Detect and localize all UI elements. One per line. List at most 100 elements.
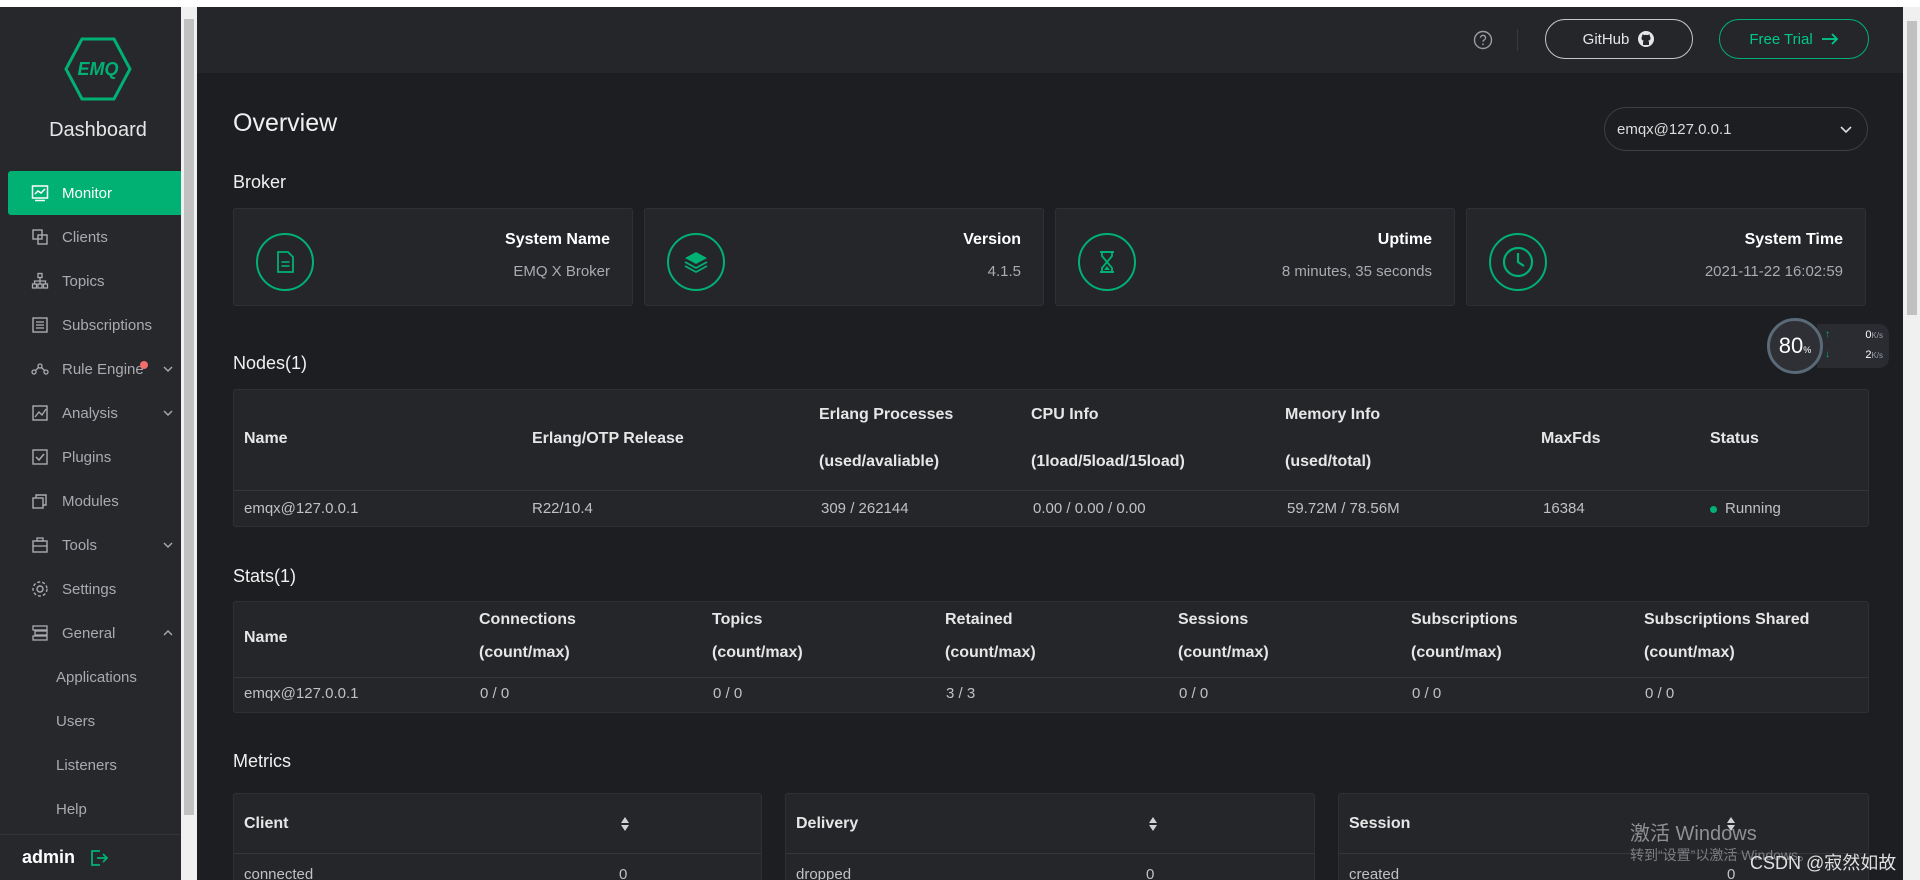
col-header-erlang-processes-sub: (used/avaliable) <box>819 453 940 470</box>
cell-memory-info: 59.72M / 78.56M <box>1287 500 1400 517</box>
sidebar-item-label: Topics <box>62 272 105 290</box>
sidebar-item-rule-engine[interactable]: Rule Engine <box>0 347 181 391</box>
arrow-right-icon <box>1821 33 1838 45</box>
sidebar-item-topics[interactable]: Topics <box>0 259 181 303</box>
metrics-card-delivery: Delivery dropped 0 <box>785 793 1315 880</box>
topics-icon <box>30 271 50 291</box>
status-badge: Running <box>1710 500 1781 517</box>
sidebar-item-monitor[interactable]: Monitor <box>8 171 181 215</box>
broker-card-system-time: System Time 2021-11-22 16:02:59 <box>1466 208 1866 306</box>
sidebar-item-subscriptions[interactable]: Subscriptions <box>0 303 181 347</box>
table-row: emqx@127.0.0.1 0 / 0 0 / 0 3 / 3 0 / 0 0… <box>234 678 1868 712</box>
card-label: Uptime <box>1377 231 1432 248</box>
github-button[interactable]: GitHub <box>1545 19 1693 59</box>
sidebar-item-clients[interactable]: Clients <box>0 215 181 259</box>
sidebar-item-tools[interactable]: Tools <box>0 523 181 567</box>
sidebar-subitem-users[interactable]: Users <box>0 699 181 743</box>
metrics-card-client: Client connected 0 <box>233 793 762 880</box>
logo-text: EMQ <box>77 59 118 79</box>
cell-maxfds: 16384 <box>1543 500 1585 517</box>
card-value: EMQ X Broker <box>513 263 610 280</box>
scrollbar-thumb[interactable] <box>1907 21 1917 315</box>
sidebar-nav: Monitor Clients Topics Subscriptions Rul… <box>0 171 181 831</box>
emq-logo: EMQ <box>64 37 132 101</box>
cell-subscriptions-shared: 0 / 0 <box>1645 685 1675 702</box>
sidebar-item-general[interactable]: General <box>0 611 181 655</box>
sidebar-subitem-listeners[interactable]: Listeners <box>0 743 181 787</box>
general-icon <box>30 623 50 643</box>
sidebar-subitem-help[interactable]: Help <box>0 787 181 831</box>
metric-value: 0 <box>619 866 628 880</box>
activation-watermark-title: 激活 Windows <box>1630 823 1757 845</box>
modules-icon <box>30 491 50 511</box>
usage-gauge: 80% <box>1767 318 1823 374</box>
col-header-topics-sub: (count/max) <box>712 644 803 661</box>
rule-engine-icon <box>30 359 50 379</box>
scrollbar-thumb[interactable] <box>184 19 194 815</box>
plugins-icon <box>30 447 50 467</box>
cell-connections: 0 / 0 <box>480 685 510 702</box>
sidebar-item-modules[interactable]: Modules <box>0 479 181 523</box>
logout-icon[interactable] <box>89 848 109 868</box>
user-panel: admin <box>0 834 181 880</box>
subscriptions-icon <box>30 315 50 335</box>
sidebar-item-label: Subscriptions <box>62 316 153 334</box>
metrics-card-header: Client <box>234 794 761 854</box>
node-select[interactable]: emqx@127.0.0.1 <box>1604 107 1868 151</box>
col-header-name: Name <box>244 430 288 447</box>
broker-section-title: Broker <box>233 172 287 192</box>
sort-icon[interactable] <box>1148 816 1158 832</box>
page-scrollbar[interactable] <box>1903 7 1920 880</box>
cell-subscriptions: 0 / 0 <box>1412 685 1442 702</box>
stats-table-header: Name Connections (count/max) Topics (cou… <box>234 602 1868 678</box>
sidebar-item-label: Rule Engine <box>62 360 144 378</box>
rate-unit: K/s <box>1871 331 1883 340</box>
card-label: System Time <box>1744 231 1843 248</box>
cell-sessions: 0 / 0 <box>1179 685 1209 702</box>
sidebar-item-analysis[interactable]: Analysis <box>0 391 181 435</box>
col-header-cpu-info: CPU Info <box>1031 406 1099 423</box>
stats-table: Name Connections (count/max) Topics (cou… <box>233 601 1869 713</box>
card-label: Version <box>963 231 1021 248</box>
col-header-name: Name <box>244 629 288 646</box>
free-trial-label: Free Trial <box>1749 30 1813 48</box>
cell-cpu-info: 0.00 / 0.00 / 0.00 <box>1033 500 1146 517</box>
dashboard-title: Dashboard <box>49 119 147 141</box>
stats-section-title: Stats(1) <box>233 566 297 586</box>
free-trial-button[interactable]: Free Trial <box>1719 19 1869 59</box>
chevron-down-icon <box>163 542 173 548</box>
main-content: GitHub Free Trial Overview emqx@127.0.0.… <box>197 7 1903 880</box>
nodes-section-title: Nodes(1) <box>233 353 308 373</box>
document-icon <box>256 233 314 291</box>
sidebar-item-label: Clients <box>62 228 108 246</box>
top-bar: GitHub Free Trial <box>197 7 1903 73</box>
upload-arrow-icon: ↑ <box>1825 329 1830 340</box>
sidebar-item-label: Modules <box>62 492 119 510</box>
table-row: emqx@127.0.0.1 R22/10.4 309 / 262144 0.0… <box>234 491 1868 527</box>
node-select-value: emqx@127.0.0.1 <box>1617 120 1732 138</box>
metrics-section-title: Metrics <box>233 751 291 771</box>
sidebar-item-plugins[interactable]: Plugins <box>0 435 181 479</box>
col-header-erlang-otp: Erlang/OTP Release <box>532 430 684 447</box>
cell-retained: 3 / 3 <box>946 685 976 702</box>
sidebar-item-label: Tools <box>62 536 98 554</box>
col-header-subscriptions-shared: Subscriptions Shared <box>1644 611 1810 628</box>
card-label: System Name <box>505 231 610 248</box>
col-header-sessions: Sessions <box>1178 611 1249 628</box>
card-value: 2021-11-22 16:02:59 <box>1704 263 1843 280</box>
rate-unit: K/s <box>1871 351 1883 360</box>
sidebar-subitem-applications[interactable]: Applications <box>0 655 181 699</box>
csdn-watermark: CSDN @寂然如故 <box>1750 853 1897 873</box>
col-header-erlang-processes: Erlang Processes <box>819 406 954 423</box>
chevron-up-icon <box>163 630 173 636</box>
sidebar-item-settings[interactable]: Settings <box>0 567 181 611</box>
hourglass-icon <box>1078 233 1136 291</box>
col-header-status: Status <box>1710 430 1759 447</box>
network-speed-widget[interactable]: ↑ 0K/s ↓ 2K/s 80% <box>1767 318 1895 374</box>
help-icon[interactable] <box>1473 30 1493 50</box>
divider <box>1517 29 1518 51</box>
sidebar-scrollbar[interactable] <box>181 7 197 880</box>
sort-icon[interactable] <box>620 816 630 832</box>
metrics-card-title: Delivery <box>796 815 859 832</box>
window-top-edge <box>0 0 1920 7</box>
